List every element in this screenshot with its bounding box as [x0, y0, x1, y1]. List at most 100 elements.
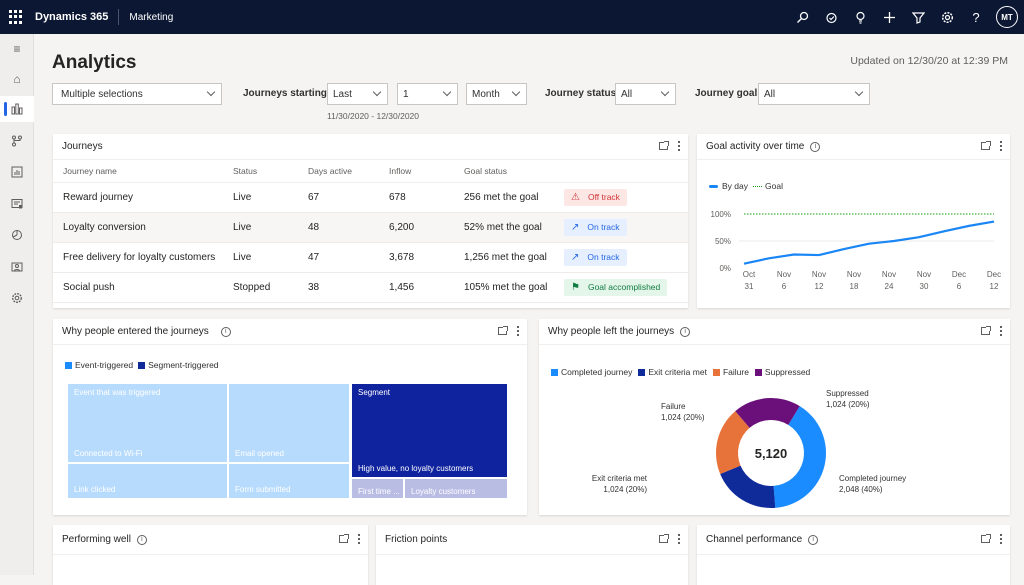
gear-icon[interactable]: [933, 3, 961, 31]
info-icon[interactable]: i: [810, 142, 820, 152]
badge-cell: ⚑Goal accomplished: [564, 272, 688, 302]
info-icon[interactable]: i: [221, 327, 231, 337]
more-options-icon[interactable]: [517, 326, 519, 336]
forms-icon[interactable]: [0, 191, 34, 217]
range-unit-select[interactable]: Month: [466, 83, 527, 105]
settings-icon[interactable]: [0, 285, 34, 311]
treemap-cell-form[interactable]: Form submitted: [229, 464, 349, 498]
table-row[interactable]: Reward journeyLive67678256 met the goal⚠…: [53, 182, 688, 212]
date-range: 11/30/2020 - 12/30/2020: [327, 111, 419, 121]
more-options-icon[interactable]: [1000, 534, 1002, 544]
donut-total: 5,120: [755, 446, 788, 461]
journey-status-value: All: [621, 89, 632, 100]
column-header[interactable]: Days active: [308, 160, 389, 182]
treemap-cell-label: First time ...: [358, 487, 400, 496]
donut-slice[interactable]: [720, 466, 775, 508]
x-tick-label: Dec: [987, 270, 1001, 279]
inflow: 678: [389, 182, 464, 212]
chevron-down-icon: [207, 88, 215, 96]
more-options-icon[interactable]: [358, 534, 360, 544]
badge-column: [564, 160, 688, 182]
range-mode-select[interactable]: Last: [327, 83, 388, 105]
journey-goal-value: All: [764, 89, 775, 100]
column-header[interactable]: Journey name: [53, 160, 233, 182]
x-tick-label: Dec: [952, 270, 966, 279]
slice-label: Exit criteria met: [592, 474, 648, 483]
treemap-cell-loyalty[interactable]: Loyalty customers: [405, 479, 507, 498]
y-tick-label: 0%: [719, 264, 731, 273]
journey-name: Social push: [53, 272, 233, 302]
slice-label: Suppressed: [826, 389, 869, 398]
card-title: Friction points: [385, 534, 447, 545]
badge-cell: ⚠Off track: [564, 182, 688, 212]
treemap-cell-label: Form submitted: [235, 485, 291, 494]
table-row[interactable]: Free delivery for loyalty customersLive4…: [53, 242, 688, 272]
expand-icon[interactable]: [981, 535, 990, 543]
more-options-icon[interactable]: [678, 141, 680, 151]
search-icon[interactable]: [788, 3, 816, 31]
analytics-icon[interactable]: [0, 96, 34, 122]
home-icon[interactable]: ⌂: [0, 66, 34, 92]
trending-up-icon: ↗: [571, 252, 579, 263]
journey-status-select[interactable]: All: [615, 83, 676, 105]
more-options-icon[interactable]: [1000, 141, 1002, 151]
column-header[interactable]: Goal status: [464, 160, 564, 182]
expand-icon[interactable]: [659, 535, 668, 543]
treemap-cell-label: Connected to Wi-Fi: [74, 449, 142, 458]
app-launcher-icon[interactable]: [9, 10, 23, 24]
page-title: Analytics: [52, 52, 136, 74]
x-tick-label: 31: [745, 282, 754, 291]
status-badge: ⚠Off track: [564, 189, 627, 206]
expand-icon[interactable]: [498, 327, 507, 335]
entered-journeys-card: Why people entered the journeysi Event-t…: [53, 319, 527, 515]
column-header[interactable]: Status: [233, 160, 308, 182]
x-tick-label: 30: [920, 282, 929, 291]
expand-icon[interactable]: [339, 535, 348, 543]
app-name[interactable]: Dynamics 365: [35, 11, 108, 23]
task-icon[interactable]: [817, 3, 845, 31]
journey-goal-select[interactable]: All: [758, 83, 870, 105]
info-icon[interactable]: i: [808, 535, 818, 545]
x-tick-label: Nov: [882, 270, 896, 279]
treemap-cell-wifi[interactable]: Event that was triggeredConnected to Wi-…: [68, 384, 227, 462]
table-row[interactable]: Social pushStopped381,456105% met the go…: [53, 272, 688, 302]
journeys-icon[interactable]: [0, 128, 34, 154]
legend-swatch-segment: [138, 362, 145, 369]
slice-value: 1,024 (20%): [603, 485, 647, 494]
lightbulb-icon[interactable]: [846, 3, 874, 31]
x-tick-label: Oct: [743, 270, 756, 279]
y-tick-label: 100%: [711, 210, 731, 219]
x-tick-label: 18: [850, 282, 859, 291]
menu-icon[interactable]: ≡: [0, 36, 34, 62]
audience-icon[interactable]: [0, 254, 34, 280]
journeys-select-value: Multiple selections: [61, 89, 143, 100]
avatar[interactable]: MT: [996, 6, 1018, 28]
reports-icon[interactable]: [0, 159, 34, 185]
expand-icon[interactable]: [659, 142, 668, 150]
days-active: 38: [308, 272, 389, 302]
info-icon[interactable]: i: [137, 535, 147, 545]
slice-value: 1,024 (20%): [661, 413, 705, 422]
more-options-icon[interactable]: [678, 534, 680, 544]
treemap-cell-first-time[interactable]: First time ...: [352, 479, 403, 498]
journey-name: Free delivery for loyalty customers: [53, 242, 233, 272]
slice-value: 1,024 (20%): [826, 400, 870, 409]
treemap-cell-link[interactable]: Link clicked: [68, 464, 227, 498]
table-row[interactable]: Loyalty conversionLive486,20052% met the…: [53, 212, 688, 242]
filter-icon[interactable]: [904, 3, 932, 31]
slice-label: Failure: [661, 402, 686, 411]
journeys-select[interactable]: Multiple selections: [52, 83, 222, 105]
badge-label: On track: [587, 252, 619, 262]
donut-chart: Completed journey2,048 (40%)Exit criteri…: [539, 319, 1010, 515]
column-header[interactable]: Inflow: [389, 160, 464, 182]
expand-icon[interactable]: [981, 142, 990, 150]
badge-label: Off track: [588, 192, 620, 202]
plus-icon[interactable]: [875, 3, 903, 31]
treemap-cell-high-value[interactable]: SegmentHigh value, no loyalty customers: [352, 384, 507, 477]
help-icon[interactable]: ?: [962, 3, 990, 31]
segments-icon[interactable]: [0, 222, 34, 248]
x-tick-label: Nov: [847, 270, 861, 279]
x-tick-label: 6: [782, 282, 787, 291]
treemap-cell-email[interactable]: Email opened: [229, 384, 349, 462]
range-count-select[interactable]: 1: [397, 83, 458, 105]
